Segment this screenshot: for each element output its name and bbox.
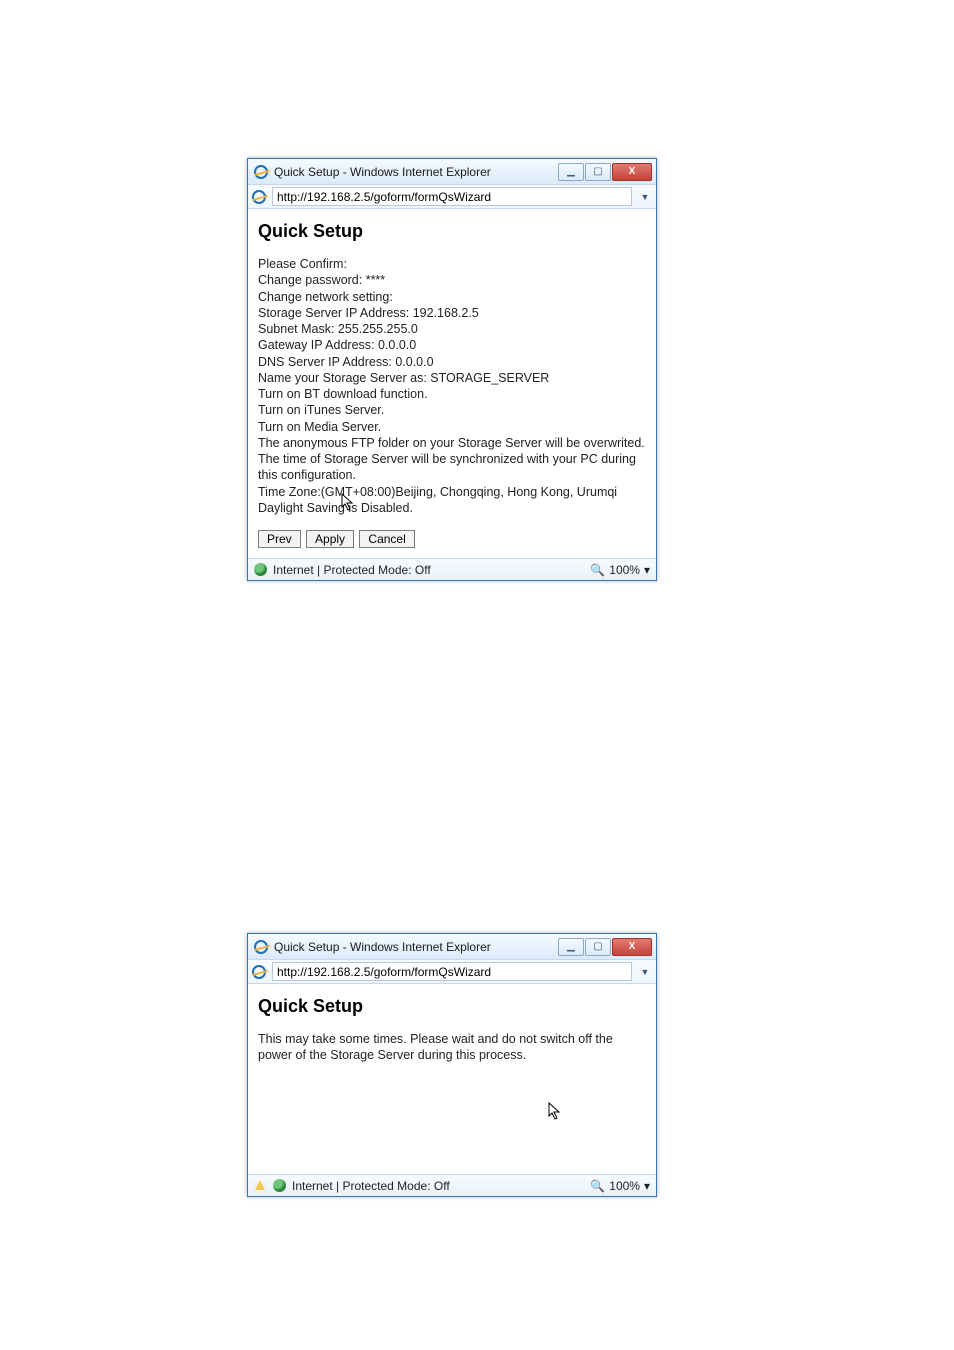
- window-title: Quick Setup - Windows Internet Explorer: [274, 940, 491, 954]
- zoom-icon: 🔍: [590, 1179, 605, 1193]
- maximize-button[interactable]: ▢: [585, 163, 611, 181]
- prev-button[interactable]: Prev: [258, 530, 301, 548]
- zoom-dropdown[interactable]: ▾: [644, 1179, 650, 1193]
- ie-window-progress: Quick Setup - Windows Internet Explorer …: [247, 933, 657, 1197]
- status-left: Internet | Protected Mode: Off: [254, 563, 431, 577]
- page-heading: Quick Setup: [258, 221, 646, 242]
- confirm-line: Subnet Mask: 255.255.255.0: [258, 321, 646, 337]
- window-controls: ▁ ▢ X: [557, 163, 652, 181]
- confirm-line: DNS Server IP Address: 0.0.0.0: [258, 354, 646, 370]
- confirm-line: Time Zone:(GMT+08:00)Beijing, Chongqing,…: [258, 484, 646, 500]
- titlebar[interactable]: Quick Setup - Windows Internet Explorer …: [248, 934, 656, 960]
- page-content: Quick Setup Please Confirm: Change passw…: [248, 209, 656, 558]
- confirm-line: Change network setting:: [258, 289, 646, 305]
- internet-zone-icon: [273, 1179, 286, 1192]
- url-field[interactable]: http://192.168.2.5/goform/formQsWizard: [272, 962, 632, 981]
- status-text: Internet | Protected Mode: Off: [273, 563, 431, 577]
- internet-zone-icon: [254, 563, 267, 576]
- window-controls: ▁ ▢ X: [557, 938, 652, 956]
- close-button[interactable]: X: [612, 938, 652, 956]
- confirm-line: Daylight Saving is Disabled.: [258, 500, 646, 516]
- zoom-icon: 🔍: [590, 563, 605, 577]
- progress-message: This may take some times. Please wait an…: [258, 1031, 646, 1064]
- url-dropdown[interactable]: ▼: [638, 187, 652, 206]
- ie-icon: [254, 940, 268, 954]
- titlebar-left: Quick Setup - Windows Internet Explorer: [254, 165, 491, 179]
- minimize-button[interactable]: ▁: [558, 938, 584, 956]
- confirm-line: Turn on Media Server.: [258, 419, 646, 435]
- minimize-button[interactable]: ▁: [558, 163, 584, 181]
- titlebar[interactable]: Quick Setup - Windows Internet Explorer …: [248, 159, 656, 185]
- address-bar: http://192.168.2.5/goform/formQsWizard ▼: [248, 185, 656, 209]
- wizard-buttons: Prev Apply Cancel: [258, 530, 646, 548]
- apply-button[interactable]: Apply: [306, 530, 354, 548]
- titlebar-left: Quick Setup - Windows Internet Explorer: [254, 940, 491, 954]
- window-title: Quick Setup - Windows Internet Explorer: [274, 165, 491, 179]
- status-left: Internet | Protected Mode: Off: [254, 1179, 450, 1193]
- cursor-icon: [341, 493, 355, 511]
- status-right: 🔍 100% ▾: [590, 563, 650, 577]
- confirm-line: Storage Server IP Address: 192.168.2.5: [258, 305, 646, 321]
- ie-window-confirm: Quick Setup - Windows Internet Explorer …: [247, 158, 657, 581]
- ie-icon: [254, 165, 268, 179]
- favicon-icon: [252, 965, 266, 979]
- zoom-dropdown[interactable]: ▾: [644, 563, 650, 577]
- zoom-value[interactable]: 100%: [609, 1179, 640, 1193]
- page-heading: Quick Setup: [258, 996, 646, 1017]
- favicon-icon: [252, 190, 266, 204]
- warning-icon: [254, 1179, 267, 1192]
- confirm-line: Gateway IP Address: 0.0.0.0: [258, 337, 646, 353]
- confirm-line: Turn on BT download function.: [258, 386, 646, 402]
- close-button[interactable]: X: [612, 163, 652, 181]
- cancel-button[interactable]: Cancel: [359, 530, 414, 548]
- confirm-line: The time of Storage Server will be synch…: [258, 451, 646, 484]
- status-bar: Internet | Protected Mode: Off 🔍 100% ▾: [248, 1174, 656, 1196]
- zoom-value[interactable]: 100%: [609, 563, 640, 577]
- status-right: 🔍 100% ▾: [590, 1179, 650, 1193]
- confirm-line: Please Confirm:: [258, 256, 646, 272]
- confirm-line: Name your Storage Server as: STORAGE_SER…: [258, 370, 646, 386]
- address-bar: http://192.168.2.5/goform/formQsWizard ▼: [248, 960, 656, 984]
- url-field[interactable]: http://192.168.2.5/goform/formQsWizard: [272, 187, 632, 206]
- confirm-line: Turn on iTunes Server.: [258, 402, 646, 418]
- confirm-line: Change password: ****: [258, 272, 646, 288]
- page-content: Quick Setup This may take some times. Pl…: [248, 984, 656, 1174]
- confirm-line: The anonymous FTP folder on your Storage…: [258, 435, 646, 451]
- maximize-button[interactable]: ▢: [585, 938, 611, 956]
- cursor-icon: [548, 1102, 562, 1120]
- status-text: Internet | Protected Mode: Off: [292, 1179, 450, 1193]
- status-bar: Internet | Protected Mode: Off 🔍 100% ▾: [248, 558, 656, 580]
- url-dropdown[interactable]: ▼: [638, 962, 652, 981]
